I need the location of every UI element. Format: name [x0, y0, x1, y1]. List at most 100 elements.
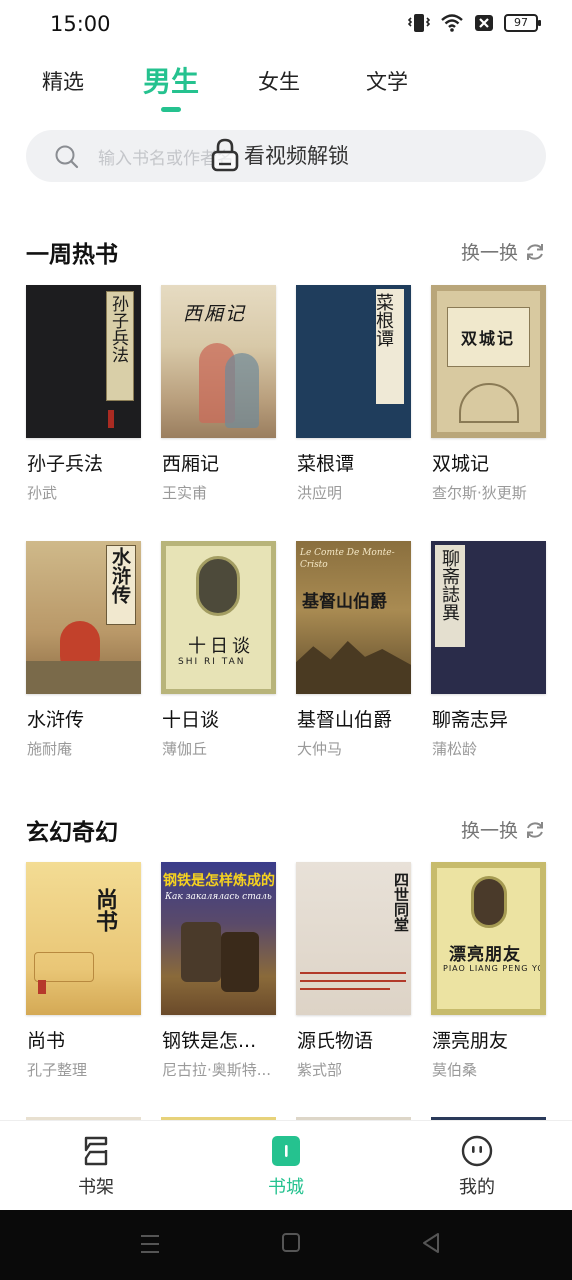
tab-male[interactable]: 男生 [143, 60, 199, 100]
nav-profile[interactable]: 我的 [437, 1135, 517, 1199]
book-card[interactable]: 水浒传 水浒传 施耐庵 [26, 541, 141, 758]
book-title: 双城记 [432, 453, 490, 475]
cover-subtext: SHI RI TAN [178, 657, 246, 667]
book-cover: 聊斋誌異 [431, 541, 546, 694]
book-author: 施耐庵 [27, 740, 73, 758]
status-icons: 97 [408, 13, 541, 33]
unlock-text: 看视频解锁 [244, 144, 349, 168]
cover-text: 漂亮朋友 [449, 945, 521, 965]
refresh-icon [527, 243, 543, 260]
book-card[interactable]: 聊斋誌異 聊斋志异 蒲松龄 [431, 541, 546, 758]
book-card[interactable]: 尚书 尚书 孔子整理 [26, 862, 141, 1079]
book-cover: 孙子兵法 [26, 285, 141, 438]
book-author: 查尔斯·狄更斯 [432, 484, 527, 502]
book-title: 菜根谭 [297, 453, 355, 475]
refresh-button[interactable]: 换一换 [461, 238, 546, 265]
cover-text: 孙子兵法 [108, 295, 128, 363]
vibrate-icon [408, 14, 430, 32]
book-author: 洪应明 [297, 484, 343, 502]
home-icon[interactable] [281, 1232, 301, 1254]
book-author: 薄伽丘 [162, 740, 208, 758]
book-card[interactable]: 双城记 双城记 查尔斯·狄更斯 [431, 285, 546, 502]
cover-text: 四世同堂 [392, 872, 410, 932]
back-icon[interactable] [421, 1232, 441, 1254]
section-title: 玄幻奇幻 [26, 820, 118, 846]
book-author: 蒲松龄 [432, 740, 478, 758]
book-title: 十日谈 [162, 709, 220, 731]
book-title: 聊斋志异 [432, 709, 509, 731]
cover-text: 基督山伯爵 [302, 592, 387, 612]
nav-label: 我的 [459, 1177, 495, 1198]
cover-subtext: Le Comte De Monte-Cristo [300, 548, 395, 570]
tab-female[interactable]: 女生 [258, 66, 300, 96]
book-cover: 漂亮朋友 PIAO LIANG PENG YOU [431, 862, 546, 1015]
menu-icon[interactable] [140, 1232, 160, 1256]
book-author: 孙武 [27, 484, 58, 502]
tab-featured[interactable]: 精选 [42, 66, 84, 96]
status-time: 15:00 [50, 12, 111, 36]
book-author: 大仲马 [297, 740, 343, 758]
active-tab-indicator [161, 107, 181, 112]
book-title: 基督山伯爵 [297, 709, 393, 731]
book-cover: 尚书 [26, 862, 141, 1015]
book-cover: 西厢记 [161, 285, 276, 438]
status-bar: 15:00 97 [0, 0, 572, 50]
book-card[interactable]: 十日谈 SHI RI TAN 十日谈 薄伽丘 [161, 541, 276, 758]
book-cover: 钢铁是怎样炼成的 Как закалялась сталь [161, 862, 276, 1015]
cover-text: 水浒传 [109, 547, 131, 604]
cover-text: 菜根谭 [373, 293, 394, 347]
book-card[interactable]: 西厢记 西厢记 王实甫 [161, 285, 276, 502]
book-author: 紫式部 [297, 1061, 343, 1079]
cover-text: 聊斋誌異 [439, 549, 460, 621]
book-cover: Le Comte De Monte-Cristo 基督山伯爵 [296, 541, 411, 694]
profile-face-icon [461, 1135, 493, 1167]
search-icon [55, 145, 79, 169]
cover-text: 十日谈 [188, 636, 254, 657]
lock-icon [211, 138, 239, 172]
tab-literature[interactable]: 文学 [366, 66, 408, 96]
book-author: 尼古拉·奥斯特... [162, 1061, 272, 1079]
bookstore-icon [272, 1136, 300, 1166]
nav-bookshelf[interactable]: 书架 [56, 1135, 136, 1199]
no-sim-icon [475, 15, 493, 31]
battery-indicator: 97 [504, 14, 541, 32]
book-cover: 菜根谭 [296, 285, 411, 438]
nav-bookstore[interactable]: 书城 [246, 1135, 326, 1199]
book-author: 孔子整理 [27, 1061, 88, 1079]
book-cover: 水浒传 [26, 541, 141, 694]
cover-text: 尚书 [92, 888, 118, 932]
section-title: 一周热书 [26, 242, 118, 268]
book-title: 尚书 [27, 1030, 66, 1052]
nav-label: 书城 [268, 1177, 304, 1198]
book-card[interactable]: 漂亮朋友 PIAO LIANG PENG YOU 漂亮朋友 莫伯桑 [431, 862, 546, 1079]
nav-label: 书架 [78, 1177, 114, 1198]
search-input[interactable]: 输入书名或作者名 看视频解锁 [26, 130, 546, 182]
book-card[interactable]: Le Comte De Monte-Cristo 基督山伯爵 基督山伯爵 大仲马 [296, 541, 411, 758]
book-cover: 双城记 [431, 285, 546, 438]
book-title: 西厢记 [162, 453, 220, 475]
book-title: 水浒传 [27, 709, 85, 731]
cover-text: 钢铁是怎样炼成的 [163, 873, 275, 889]
book-card[interactable]: 孙子兵法 孙子兵法 孙武 [26, 285, 141, 502]
book-card[interactable]: 钢铁是怎样炼成的 Как закалялась сталь 钢铁是怎... 尼古… [161, 862, 276, 1079]
cover-text: 双城记 [461, 329, 516, 348]
refresh-button[interactable]: 换一换 [461, 816, 546, 843]
book-cover: 十日谈 SHI RI TAN [161, 541, 276, 694]
bookshelf-icon [84, 1136, 108, 1166]
book-card[interactable]: 菜根谭 菜根谭 洪应明 [296, 285, 411, 502]
cover-subtext: PIAO LIANG PENG YOU [443, 964, 546, 973]
bottom-nav: 书架 书城 我的 [0, 1120, 572, 1210]
book-author: 王实甫 [162, 484, 208, 502]
book-card[interactable]: 四世同堂 源氏物语 紫式部 [296, 862, 411, 1079]
book-title: 源氏物语 [297, 1030, 374, 1052]
cover-subtext: Как закалялась сталь [165, 892, 272, 902]
video-unlock-overlay[interactable]: 看视频解锁 [210, 138, 349, 172]
book-title: 孙子兵法 [27, 453, 104, 475]
book-title: 钢铁是怎... [162, 1030, 257, 1052]
refresh-label: 换一换 [460, 820, 518, 842]
refresh-icon [527, 821, 543, 838]
book-author: 莫伯桑 [432, 1061, 478, 1079]
cover-text: 西厢记 [183, 303, 247, 325]
book-title: 漂亮朋友 [432, 1030, 509, 1052]
book-cover: 四世同堂 [296, 862, 411, 1015]
